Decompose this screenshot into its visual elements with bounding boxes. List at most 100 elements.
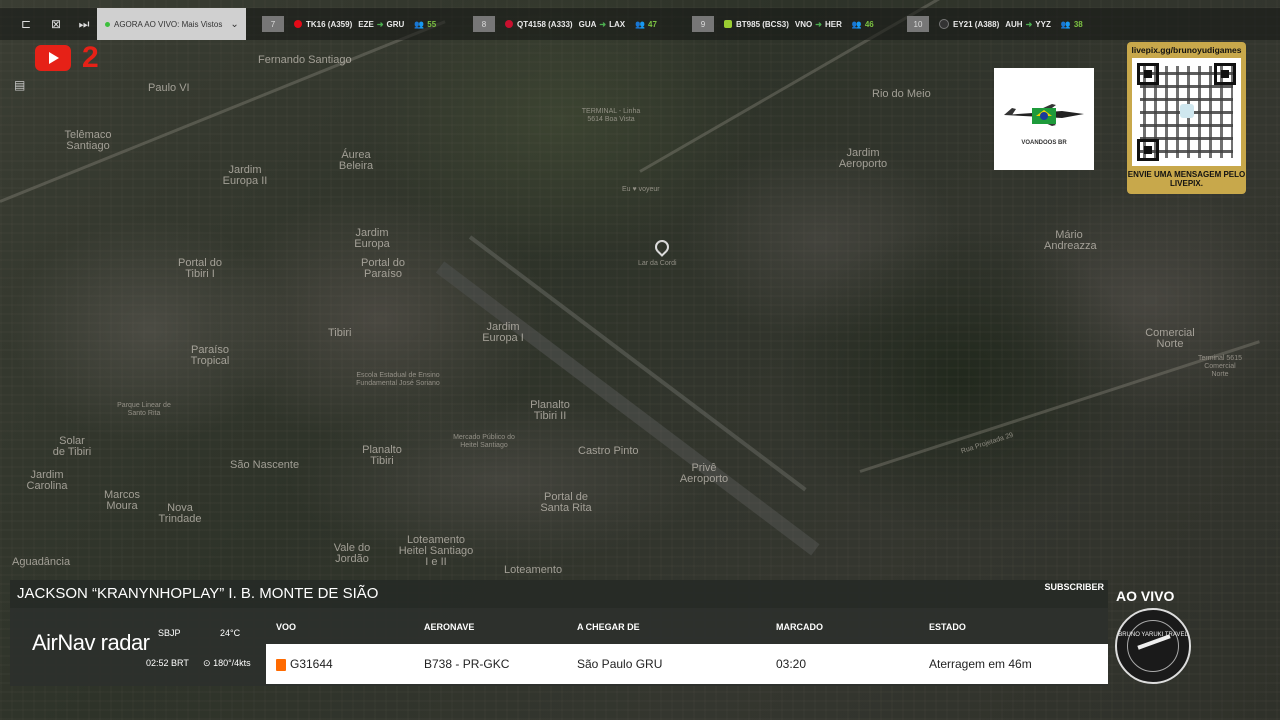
expand-icon[interactable]: ⊠: [49, 17, 63, 31]
map-label: Nova Trindade: [158, 502, 202, 525]
flight-info-panel: JACKSON “KRANYNHOPLAY” I. B. MONTE DE SI…: [10, 580, 1108, 686]
map-label: Planalto Tibiri II: [530, 399, 570, 422]
flight-origin: VNO: [794, 19, 813, 29]
viewers-icon: 👥: [635, 19, 646, 29]
runway: [435, 261, 820, 556]
arrow-right-icon: ➜: [815, 19, 822, 29]
arrow-right-icon: ➜: [1025, 19, 1033, 29]
col-header-marcado: MARCADO: [776, 622, 823, 632]
flight-code: QT4158 (A333): [517, 19, 573, 29]
flight-rank: 8: [473, 16, 495, 32]
map-label: Jardim Carolina: [26, 469, 68, 492]
col-header-chegar: A CHEGAR DE: [577, 622, 640, 632]
wind-icon: ⊙: [203, 658, 211, 668]
map-label: Marcos Moura: [103, 489, 141, 512]
map-label: Portal de Santa Rita: [540, 491, 592, 514]
map-label: Vale do Jordão: [333, 542, 371, 565]
live-status-dot: [105, 21, 110, 27]
collapse-sidebar-icon[interactable]: ⊏: [19, 17, 33, 31]
wind-readout: ⊙ 180°/4kts: [203, 658, 251, 669]
brazil-flag-icon: [1032, 108, 1056, 124]
map-label: Lar da Cordi: [638, 260, 677, 267]
viewer-count: 38: [1073, 19, 1083, 29]
flight-row[interactable]: G31644 B738 - PR-GKC São Paulo GRU 03:20…: [266, 644, 1108, 684]
map-label: Portal do Tibiri I: [177, 257, 223, 280]
qr-finder: [1137, 63, 1159, 85]
road: [859, 340, 1260, 473]
airline-logo-icon: [939, 19, 949, 29]
airline-logo-icon: [294, 20, 302, 28]
logo-text: VOANDOOS BR: [1021, 140, 1067, 146]
live-dropdown[interactable]: AGORA AO VIVO: Mais Vistos ⌄: [97, 8, 246, 40]
map-label: Rua Projetada 29: [960, 431, 1015, 456]
map-label: Jardim Europa II: [222, 164, 268, 187]
map-label: Jardim Europa: [354, 227, 390, 250]
airport-code: SBJP: [158, 628, 181, 638]
map-label: Comercial Norte: [1145, 327, 1195, 350]
viewers-icon: 👥: [1060, 19, 1071, 29]
flight-code: EY21 (A388): [953, 19, 1000, 29]
livepix-url: livepix.gg/brunoyudigames: [1131, 45, 1242, 55]
cell-voo: G31644: [276, 644, 333, 684]
list-icon[interactable]: ▤: [14, 78, 25, 92]
map-label: Telêmaco Santiago: [64, 129, 112, 152]
flight-origin: GUA: [578, 19, 597, 29]
top-flight-bar: ⊏ ⊠ ⏭ AGORA AO VIVO: Mais Vistos ⌄ 7 TK1…: [0, 8, 1280, 40]
viewers-icon: 👥: [414, 19, 425, 29]
map-label: TERMINAL - Linha 5614 Boa Vista: [581, 108, 641, 123]
voandoos-logo: VOANDOOS BR: [994, 68, 1094, 170]
flight-number: G31644: [290, 657, 333, 671]
viewers-icon: 👥: [851, 19, 862, 29]
map-label: Loteamento: [504, 564, 563, 576]
map-label: Escola Estadual de Ensino Fundamental Jo…: [356, 372, 440, 387]
map-label: Loteamento Heitel Santiago I e II: [398, 534, 474, 568]
taxiway: [468, 235, 807, 492]
flight-item[interactable]: 8 QT4158 (A333) GUA ➜ LAX 👥 47: [473, 8, 657, 40]
flight-rank: 10: [907, 16, 929, 32]
map-label: Áurea Beleira: [338, 149, 374, 172]
map-label: Mário Andreazza: [1044, 229, 1097, 252]
viewer-count: 46: [864, 19, 874, 29]
flight-rank: 7: [262, 16, 284, 32]
col-header-aeronave: AERONAVE: [424, 622, 475, 632]
flight-code: TK16 (A359): [306, 19, 353, 29]
ao-vivo-label: AO VIVO: [1116, 588, 1175, 604]
flight-rank: 9: [692, 16, 714, 32]
map-label: Jardim Aeroporto: [838, 147, 888, 170]
flight-destination: YYZ: [1035, 19, 1051, 29]
streamer-name-text: JACKSON “KRANYNHOPLAY” I. B. MONTE DE SI…: [17, 585, 379, 602]
map-label: Planalto Tibiri: [362, 444, 402, 467]
flight-item[interactable]: 9 BT985 (BCS3) VNO ➜ HER 👥 46: [692, 8, 874, 40]
cell-chegar: São Paulo GRU: [577, 657, 663, 671]
flight-origin: EZE: [358, 19, 374, 29]
youtube-count: 2: [82, 41, 99, 74]
flight-item[interactable]: 7 TK16 (A359) EZE ➜ GRU 👥 55: [262, 8, 436, 40]
wind-value: 180°/4kts: [213, 658, 251, 668]
map-label: Paraíso Tropical: [190, 344, 230, 367]
map-label: Fernando Santiago: [258, 54, 352, 66]
gol-airline-icon: [276, 658, 286, 671]
map-label: Rio do Meio: [872, 88, 931, 100]
flight-code: BT985 (BCS3): [736, 19, 789, 29]
flight-destination: LAX: [609, 19, 626, 29]
map-label: Aguadância: [12, 556, 71, 568]
map-label: Mercado Público do Heitel Santiago: [453, 434, 515, 449]
livepix-qr-panel[interactable]: livepix.gg/brunoyudigames ENVIE UMA MENS…: [1127, 42, 1246, 194]
skip-next-icon[interactable]: ⏭: [77, 17, 91, 31]
location-pin-icon[interactable]: [652, 237, 672, 257]
flight-destination: GRU: [386, 19, 405, 29]
live-label: AGORA AO VIVO: Mais Vistos: [114, 19, 223, 29]
flight-item[interactable]: 10 EY21 (A388) AUH ➜ YYZ 👥 38: [907, 8, 1083, 40]
local-time: 02:52 BRT: [146, 658, 189, 668]
cell-aeronave: B738 - PR-GKC: [424, 657, 510, 671]
map-label: Castro Pinto: [578, 445, 639, 457]
map-label: Privê Aeroporto: [679, 462, 729, 485]
airnav-logo: AirNav radar: [32, 630, 150, 656]
airnav-brand: AirNav: [32, 630, 96, 655]
map-label: Portal do Paraíso: [360, 257, 406, 280]
livepix-message: ENVIE UMA MENSAGEM PELO LIVEPIX.: [1127, 170, 1246, 188]
viewer-count: 55: [427, 19, 437, 29]
temperature: 24°C: [220, 628, 241, 638]
airline-logo-icon: [724, 20, 732, 28]
viewer-count: 47: [648, 19, 657, 29]
